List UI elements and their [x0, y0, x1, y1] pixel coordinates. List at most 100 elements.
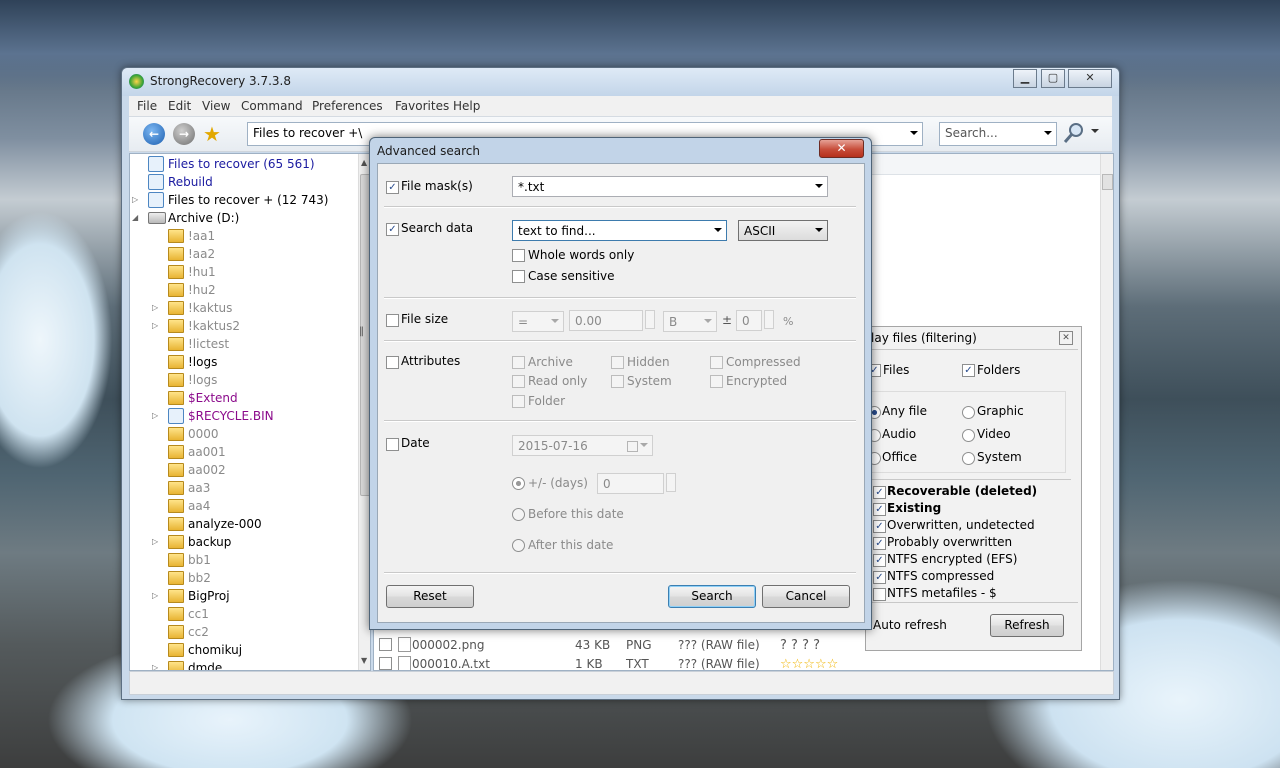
search-button[interactable]: Search — [668, 585, 756, 608]
filter-type-radio[interactable] — [962, 429, 975, 442]
forward-icon[interactable]: → — [173, 123, 195, 145]
tree-item[interactable]: bb2 — [130, 569, 356, 587]
scroll-up-icon[interactable]: ▲ — [361, 158, 367, 167]
chevron-down-icon[interactable] — [815, 228, 823, 232]
attribute-checkbox[interactable] — [710, 356, 723, 369]
file-mask-checkbox[interactable]: ✓ — [386, 181, 399, 194]
search-input[interactable]: Search... — [939, 122, 1057, 146]
chevron-down-icon[interactable] — [714, 228, 722, 232]
tree-item[interactable]: ▷ dmde — [130, 659, 356, 670]
search-data-value[interactable]: text to find... — [518, 224, 596, 238]
cancel-button[interactable]: Cancel — [762, 585, 850, 608]
menu-edit[interactable]: Edit — [168, 99, 191, 113]
filter-state-checkbox[interactable]: ✓ — [873, 486, 886, 499]
tree-item[interactable]: !hu2 — [130, 281, 356, 299]
file-checkbox[interactable] — [379, 657, 392, 670]
filter-state-checkbox[interactable]: ✓ — [873, 503, 886, 516]
reset-button[interactable]: Reset — [386, 585, 474, 608]
chevron-down-icon[interactable] — [910, 131, 918, 135]
tree-item[interactable]: ▷ !kaktus2 — [130, 317, 356, 335]
menu-view[interactable]: View — [202, 99, 230, 113]
dialog-close-button[interactable]: ✕ — [819, 139, 864, 158]
attribute-checkbox[interactable] — [611, 375, 624, 388]
menu-file[interactable]: File — [137, 99, 157, 113]
tree-item[interactable]: !hu1 — [130, 263, 356, 281]
title-bar[interactable]: StrongRecovery 3.7.3.8 ▁ ▢ ✕ — [122, 68, 1119, 96]
attribute-checkbox[interactable] — [512, 356, 525, 369]
date-checkbox[interactable] — [386, 438, 399, 451]
filter-folders-checkbox[interactable]: ✓ — [962, 364, 975, 377]
size-operator-select[interactable]: = — [512, 311, 564, 332]
filter-type-radio[interactable] — [962, 406, 975, 419]
close-window-button[interactable]: ✕ — [1068, 69, 1112, 88]
filter-state-checkbox[interactable]: ✓ — [873, 537, 886, 550]
search-data-checkbox[interactable]: ✓ — [386, 223, 399, 236]
search-options-icon[interactable] — [1091, 129, 1099, 133]
tree-item[interactable]: !aa1 — [130, 227, 356, 245]
chevron-down-icon[interactable] — [551, 319, 559, 323]
tree-item[interactable]: ▷ $RECYCLE.BIN — [130, 407, 356, 425]
tree-item[interactable]: Files to recover (65 561) — [130, 155, 356, 173]
tree-item[interactable]: ◢ Archive (D:) — [130, 209, 356, 227]
expand-icon[interactable]: ▷ — [152, 411, 158, 420]
tree-item[interactable]: ▷ !kaktus — [130, 299, 356, 317]
tree-item[interactable]: aa3 — [130, 479, 356, 497]
expand-icon[interactable]: ▷ — [152, 663, 158, 670]
file-checkbox[interactable] — [379, 638, 392, 651]
maximize-button[interactable]: ▢ — [1041, 69, 1065, 88]
filter-state-checkbox[interactable] — [873, 588, 886, 601]
days-input[interactable]: 0 — [597, 473, 664, 494]
attribute-checkbox[interactable] — [512, 375, 525, 388]
attributes-checkbox[interactable] — [386, 356, 399, 369]
file-row[interactable]: 000002.png 43 KB PNG ??? (RAW file) ? ? ? ? — [374, 636, 874, 654]
tree-item[interactable]: aa001 — [130, 443, 356, 461]
wizard-icon[interactable]: ★ — [203, 122, 221, 146]
case-sensitive-checkbox[interactable] — [512, 270, 525, 283]
tree-item[interactable]: aa002 — [130, 461, 356, 479]
tree-item[interactable]: cc2 — [130, 623, 356, 641]
size-unit-select[interactable]: B — [663, 311, 717, 332]
filter-state-checkbox[interactable]: ✓ — [873, 571, 886, 584]
file-row[interactable]: 000010.A.txt 1 KB TXT ??? (RAW file) ☆☆☆☆☆ — [374, 655, 874, 670]
chevron-down-icon[interactable] — [815, 184, 823, 188]
menu-help[interactable]: Help — [453, 99, 480, 113]
tree-item[interactable]: analyze-000 — [130, 515, 356, 533]
expand-icon[interactable]: ▷ — [152, 591, 158, 600]
search-data-combo[interactable]: text to find... — [512, 220, 727, 241]
menu-favorites[interactable]: Favorites — [395, 99, 449, 113]
tree-item[interactable]: !logs — [130, 371, 356, 389]
days-spinner[interactable] — [666, 473, 676, 492]
collapse-icon[interactable]: ◢ — [132, 213, 138, 222]
tree-item[interactable]: chomikuj — [130, 641, 356, 659]
expand-icon[interactable]: ▷ — [152, 537, 158, 546]
tree-item[interactable]: !logs — [130, 353, 356, 371]
attribute-checkbox[interactable] — [710, 375, 723, 388]
before-date-radio[interactable] — [512, 508, 525, 521]
tree-item[interactable]: bb1 — [130, 551, 356, 569]
after-date-radio[interactable] — [512, 539, 525, 552]
file-scroll-thumb[interactable] — [1102, 174, 1113, 190]
file-list-scrollbar[interactable] — [1100, 154, 1113, 670]
tolerance-input[interactable]: 0 — [736, 310, 762, 331]
expand-icon[interactable]: ▷ — [152, 303, 158, 312]
menu-command[interactable]: Command — [241, 99, 303, 113]
expand-icon[interactable]: ▷ — [152, 321, 158, 330]
days-radio[interactable] — [512, 477, 525, 490]
filter-type-radio[interactable] — [962, 452, 975, 465]
attribute-checkbox[interactable] — [611, 356, 624, 369]
filter-state-checkbox[interactable]: ✓ — [873, 554, 886, 567]
tree-item[interactable]: Rebuild — [130, 173, 356, 191]
filter-state-checkbox[interactable]: ✓ — [873, 520, 886, 533]
whole-words-checkbox[interactable] — [512, 249, 525, 262]
size-value-input[interactable]: 0.00 — [569, 310, 643, 331]
expand-icon[interactable]: ▷ — [132, 195, 138, 204]
search-icon[interactable] — [1062, 121, 1086, 145]
file-size-checkbox[interactable] — [386, 314, 399, 327]
menu-preferences[interactable]: Preferences — [312, 99, 383, 113]
splitter-handle[interactable]: ‖ — [359, 326, 364, 337]
minimize-button[interactable]: ▁ — [1013, 69, 1037, 88]
calendar-icon[interactable] — [627, 441, 638, 452]
chevron-down-icon[interactable] — [1044, 131, 1052, 135]
size-spinner[interactable] — [645, 310, 655, 329]
tree-item[interactable]: !lictest — [130, 335, 356, 353]
